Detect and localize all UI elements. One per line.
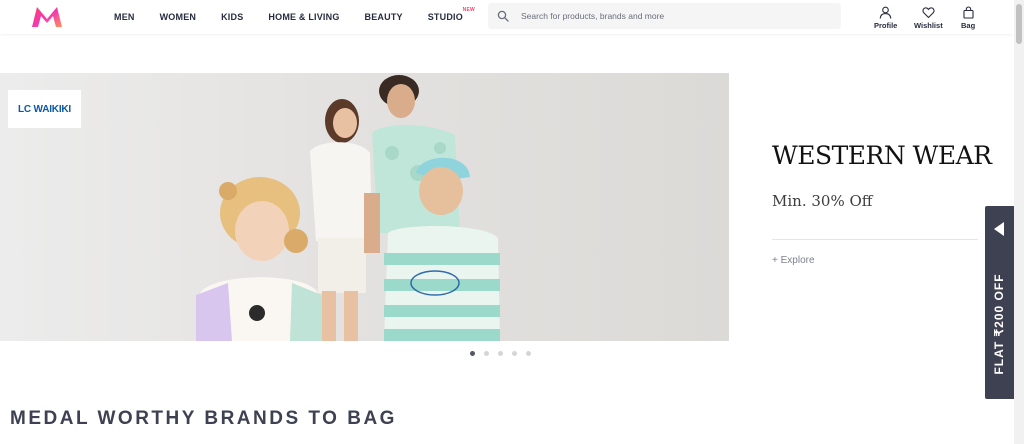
side-promo-text: FLAT ₹200 OFF <box>992 273 1006 375</box>
carousel-dots <box>470 351 540 356</box>
bag-button[interactable]: Bag <box>961 6 975 30</box>
profile-label: Profile <box>874 21 898 30</box>
carousel-dot-1[interactable] <box>470 351 475 356</box>
brand-logo-text: LC WAIKIKI <box>18 103 71 115</box>
profile-icon <box>879 6 892 19</box>
myntra-logo[interactable] <box>30 5 64 29</box>
search-bar[interactable]: Search for products, brands and more <box>488 3 841 29</box>
wishlist-button[interactable]: Wishlist <box>914 6 943 30</box>
main-nav: MEN WOMEN KIDS HOME & LIVING BEAUTY STUD… <box>114 0 488 34</box>
section-title: MEDAL WORTHY BRANDS TO BAG <box>10 408 397 429</box>
explore-link[interactable]: + Explore <box>772 255 815 266</box>
side-promo-tab[interactable]: FLAT ₹200 OFF <box>985 206 1014 399</box>
banner-title: WESTERN WEAR <box>772 141 992 170</box>
heart-icon <box>922 7 935 19</box>
scrollbar[interactable] <box>1014 0 1024 444</box>
arrow-left-icon <box>994 222 1004 236</box>
carousel-dot-5[interactable] <box>526 351 531 356</box>
carousel-dot-4[interactable] <box>512 351 517 356</box>
model-girl <box>196 177 322 341</box>
banner-subtitle: Min. 30% Off <box>772 192 873 210</box>
banner-divider <box>772 239 978 240</box>
bag-icon <box>963 6 974 19</box>
profile-button[interactable]: Profile <box>874 6 897 30</box>
nav-item-studio-label: STUDIO <box>427 12 463 22</box>
banner-image[interactable] <box>0 73 729 341</box>
banner-photo <box>196 75 500 341</box>
nav-item-studio[interactable]: STUDIO NEW <box>427 7 475 22</box>
nav-item-beauty[interactable]: BEAUTY <box>365 12 403 22</box>
search-input[interactable]: Search for products, brands and more <box>521 3 664 29</box>
bag-label: Bag <box>961 21 976 30</box>
brand-logo: LC WAIKIKI <box>8 90 81 128</box>
carousel-dot-2[interactable] <box>484 351 489 356</box>
nav-item-women[interactable]: WOMEN <box>160 12 197 22</box>
search-icon <box>497 10 509 22</box>
top-header: MEN WOMEN KIDS HOME & LIVING BEAUTY STUD… <box>0 0 1014 34</box>
new-badge: NEW <box>462 7 475 13</box>
scrollbar-thumb[interactable] <box>1016 4 1022 44</box>
carousel-dot-3[interactable] <box>498 351 503 356</box>
nav-item-home-living[interactable]: HOME & LIVING <box>268 12 339 22</box>
nav-item-men[interactable]: MEN <box>114 12 135 22</box>
nav-item-kids[interactable]: KIDS <box>221 12 243 22</box>
wishlist-label: Wishlist <box>914 21 943 30</box>
